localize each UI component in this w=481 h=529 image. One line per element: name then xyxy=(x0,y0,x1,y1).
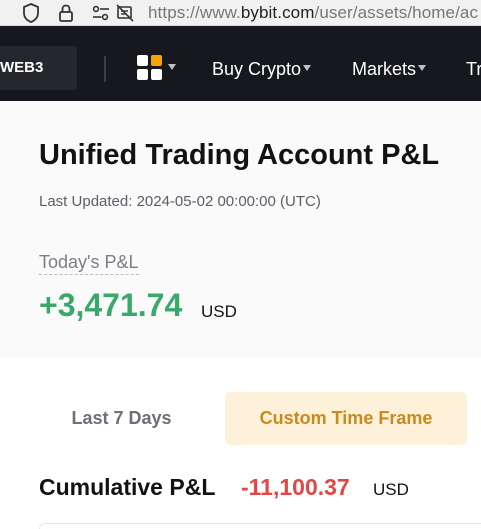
url-field[interactable]: https://www.bybit.com/user/assets/home/a… xyxy=(148,3,478,23)
nav-divider xyxy=(104,56,106,82)
chevron-down-icon xyxy=(168,64,176,70)
todays-pnl-unit: USD xyxy=(201,302,237,321)
chevron-down-icon xyxy=(303,65,312,72)
todays-pnl-value: +3,471.74 xyxy=(39,287,183,323)
page-title: Unified Trading Account P&L xyxy=(39,139,440,171)
nav-item-label: Tr xyxy=(466,59,481,79)
browser-address-bar: https://www.bybit.com/user/assets/home/a… xyxy=(0,0,481,26)
url-path: /user/assets/home/ac xyxy=(314,3,479,22)
chevron-down-icon xyxy=(418,65,427,72)
site-settings-icon[interactable] xyxy=(90,2,112,24)
web3-button[interactable]: WEB3 xyxy=(0,46,77,90)
nav-item-label: Markets xyxy=(352,59,417,79)
apps-grid-cell xyxy=(137,69,148,80)
url-prefix: https://www. xyxy=(148,3,241,22)
nav-item-markets[interactable]: Markets xyxy=(352,59,427,80)
notifications-blocked-icon[interactable] xyxy=(114,2,136,24)
todays-pnl-label[interactable]: Today's P&L xyxy=(39,252,139,275)
tab-last-7-days[interactable]: Last 7 Days xyxy=(39,392,204,445)
chart-panel-edge xyxy=(39,523,481,529)
nav-item-buy-crypto[interactable]: Buy Crypto xyxy=(212,59,312,80)
shield-icon[interactable] xyxy=(20,2,42,24)
last-updated-text: Last Updated: 2024-05-02 00:00:00 (UTC) xyxy=(39,193,321,210)
url-host: bybit.com xyxy=(240,3,315,22)
cumulative-pnl-label: Cumulative P&L xyxy=(39,474,216,500)
tab-custom-time-frame[interactable]: Custom Time Frame xyxy=(225,392,467,445)
apps-grid-cell xyxy=(151,69,162,80)
apps-grid-icon[interactable] xyxy=(137,55,163,81)
cumulative-pnl-value: -11,100.37 xyxy=(241,474,350,500)
nav-item-label: Buy Crypto xyxy=(212,59,302,79)
cumulative-pnl-unit: USD xyxy=(373,480,409,499)
nav-item-trade[interactable]: Tr xyxy=(466,59,481,80)
apps-grid-cell xyxy=(151,55,162,66)
apps-grid-cell xyxy=(137,55,148,66)
lock-icon[interactable] xyxy=(55,2,77,24)
site-header: WEB3 Buy Crypto Markets Tr xyxy=(0,26,481,101)
